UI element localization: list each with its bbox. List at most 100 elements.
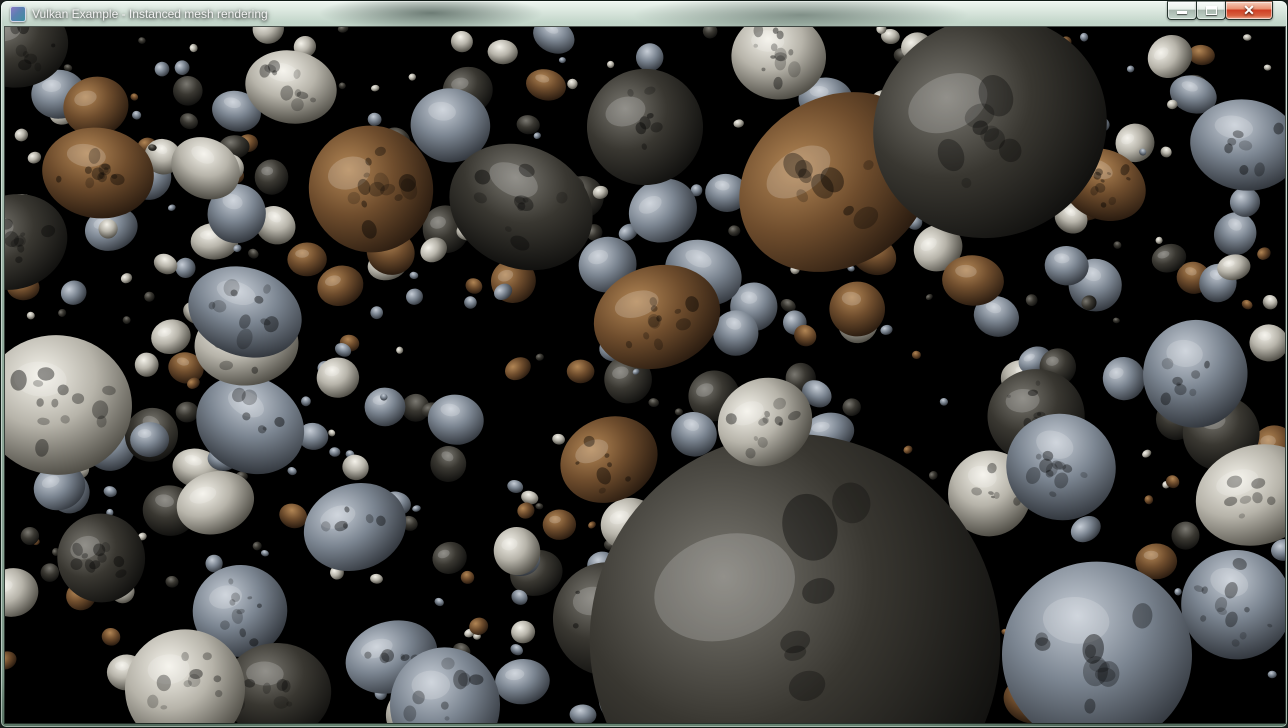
rock [939, 398, 948, 407]
rock [1243, 34, 1252, 41]
rock [409, 271, 419, 279]
rock [648, 397, 660, 407]
rock [119, 271, 133, 284]
rock [327, 428, 337, 437]
rock [1080, 32, 1089, 41]
rock [1097, 351, 1151, 406]
rock [134, 352, 159, 377]
rock [826, 278, 888, 339]
rock [1240, 298, 1254, 311]
rock [5, 648, 19, 673]
rock [337, 27, 349, 34]
rock [1248, 323, 1285, 363]
maximize-button[interactable] [1196, 1, 1226, 20]
rock [925, 293, 934, 301]
rock [1144, 494, 1154, 505]
app-window: Vulkan Example - Instanced mesh renderin… [0, 0, 1288, 728]
rock [994, 554, 1200, 723]
rock [292, 469, 418, 584]
rock [412, 504, 422, 512]
rock [1264, 64, 1272, 71]
close-icon: ✕ [1243, 3, 1255, 17]
rock [169, 72, 207, 110]
render-viewport[interactable] [5, 27, 1285, 723]
title-bar[interactable]: Vulkan Example - Instanced mesh renderin… [1, 1, 1287, 27]
rock [338, 82, 346, 90]
rock [527, 27, 580, 60]
rock [102, 485, 117, 499]
rock [13, 127, 30, 143]
rock [493, 656, 552, 707]
rock [902, 444, 914, 455]
rock [252, 541, 263, 552]
rock [167, 203, 176, 211]
rock [449, 29, 476, 55]
rock [1255, 245, 1273, 262]
rock [1024, 292, 1040, 308]
rock [542, 509, 576, 541]
rock [395, 345, 404, 355]
rock [460, 570, 476, 585]
rock [371, 84, 380, 92]
rock [1268, 671, 1277, 679]
rock [286, 466, 298, 477]
rock [147, 315, 194, 358]
rock [404, 287, 424, 307]
rock [254, 159, 288, 195]
rock [408, 73, 417, 81]
rock [249, 27, 287, 47]
rock [1126, 65, 1134, 73]
rock [129, 92, 139, 101]
rock [841, 397, 862, 417]
rock [26, 311, 35, 320]
rock [138, 37, 146, 45]
rock [287, 242, 327, 276]
rock [188, 42, 199, 53]
window-controls: ✕ [1168, 1, 1273, 20]
rock [44, 500, 159, 615]
rock [131, 110, 142, 120]
rock [176, 402, 199, 423]
rock [567, 359, 595, 383]
rock [728, 225, 741, 237]
rock [535, 503, 543, 510]
close-button[interactable]: ✕ [1225, 1, 1273, 20]
rock [559, 57, 566, 63]
rock [702, 27, 718, 39]
rock [569, 704, 597, 723]
rock [122, 315, 132, 325]
rock [1155, 237, 1163, 245]
rock [1260, 292, 1280, 312]
rock [1112, 317, 1120, 324]
rock [1158, 144, 1173, 159]
rock [523, 65, 569, 104]
rock [5, 562, 44, 624]
rock [462, 294, 478, 310]
rock [165, 575, 179, 588]
rock [607, 61, 615, 69]
rock [487, 39, 519, 65]
minimize-button[interactable] [1167, 1, 1197, 20]
rock [587, 520, 597, 530]
rock [567, 78, 578, 89]
rock [506, 478, 525, 495]
window-title: Vulkan Example - Instanced mesh renderin… [32, 7, 268, 21]
rock [1141, 448, 1153, 459]
rock [508, 642, 524, 657]
rock [150, 250, 181, 278]
maximize-icon [1206, 6, 1217, 15]
rock [369, 305, 384, 321]
app-icon [10, 6, 26, 22]
rock [143, 291, 155, 303]
rock [573, 55, 717, 199]
rock [927, 469, 939, 481]
rock [1174, 587, 1183, 596]
rock [1166, 516, 1205, 555]
rock [99, 625, 122, 648]
rock [515, 114, 541, 136]
rock [433, 596, 445, 607]
rock [675, 408, 684, 416]
rock [912, 350, 922, 359]
rock [329, 447, 340, 457]
rock [173, 58, 192, 77]
